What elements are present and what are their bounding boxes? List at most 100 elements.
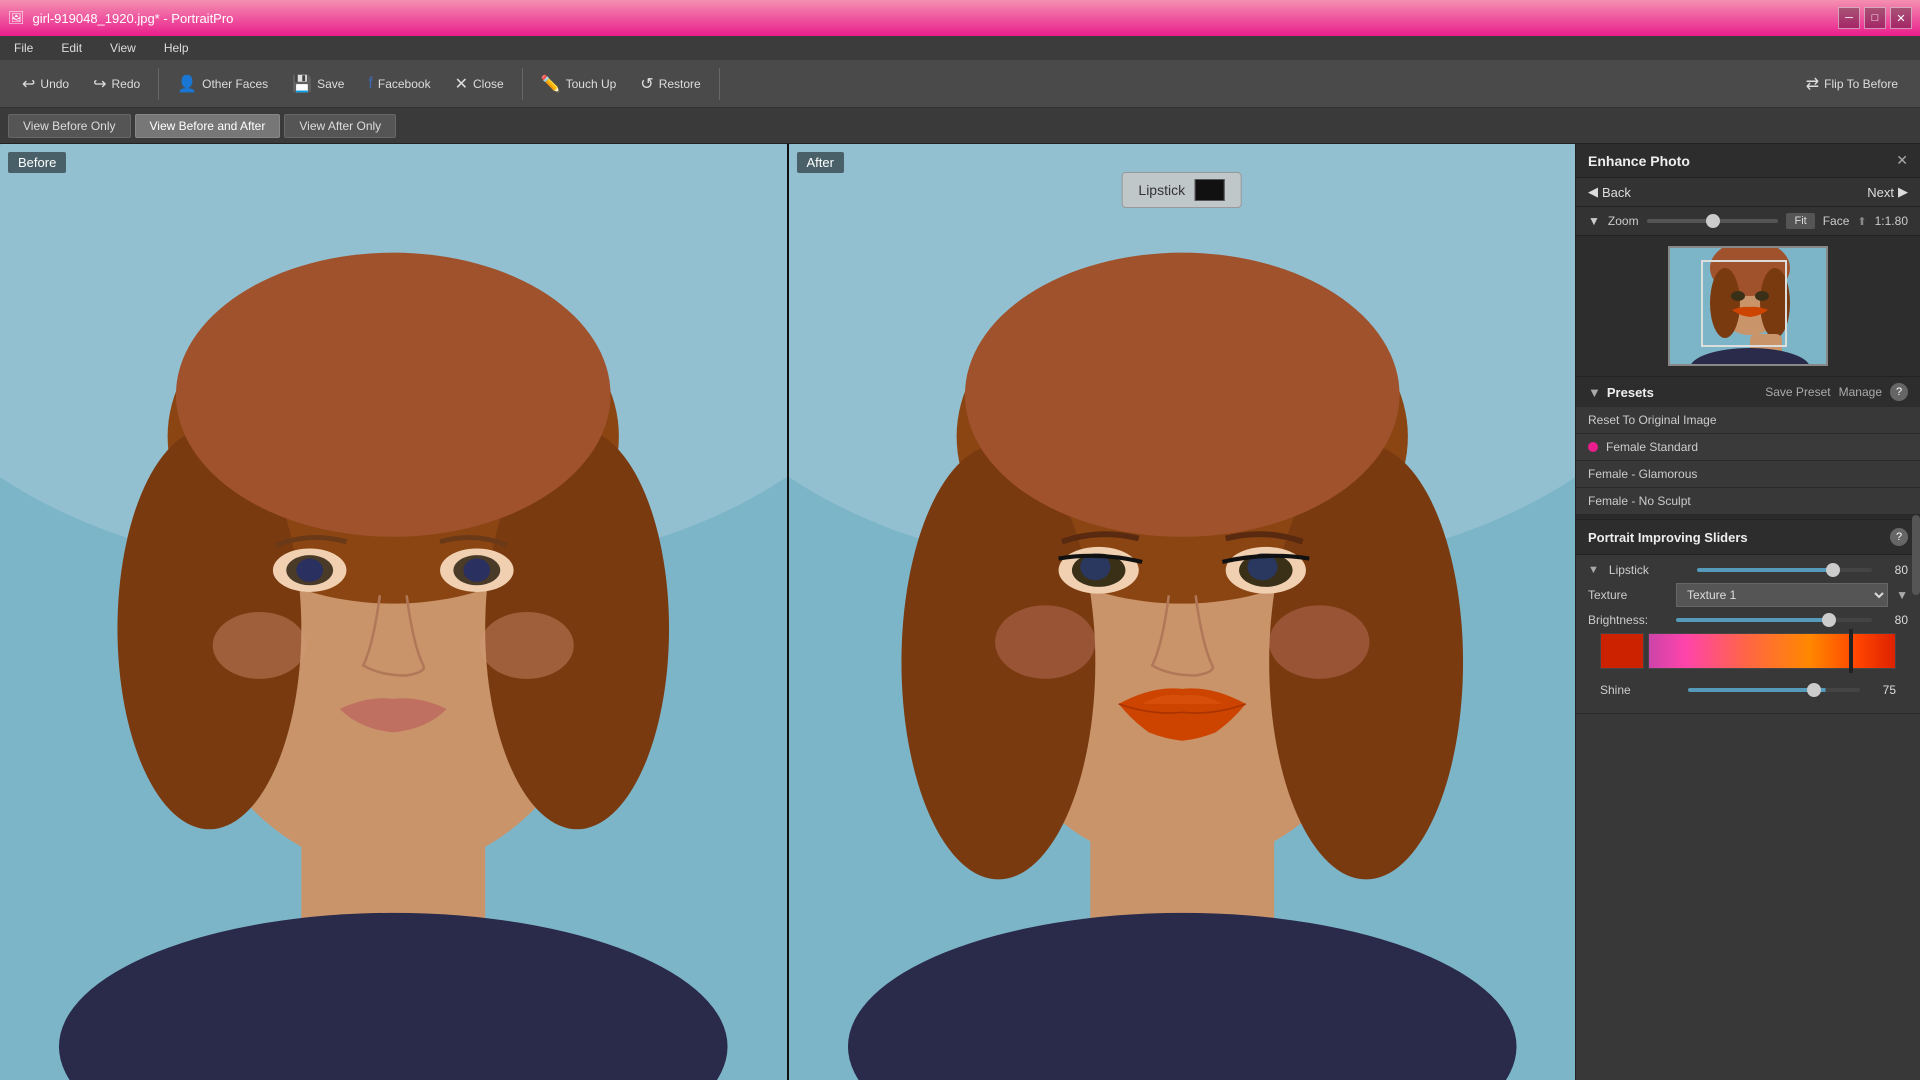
lipstick-overlay: Lipstick xyxy=(1121,172,1242,208)
after-label: After xyxy=(797,152,844,173)
shine-slider-row: Shine 75 xyxy=(1588,677,1908,705)
brightness-label: Brightness: xyxy=(1588,613,1668,627)
lipstick-label: Lipstick xyxy=(1609,563,1689,577)
menu-help[interactable]: Help xyxy=(158,39,195,57)
enhance-header: Enhance Photo ✕ xyxy=(1576,144,1920,178)
menu-file[interactable]: File xyxy=(8,39,39,57)
save-button[interactable]: 💾 Save xyxy=(282,70,354,98)
zoom-collapse-arrow[interactable]: ▼ xyxy=(1588,214,1600,228)
preset-label: Reset To Original Image xyxy=(1588,413,1717,427)
flip-to-before-button[interactable]: ⇄ Flip To Before xyxy=(1796,70,1908,98)
after-face-svg xyxy=(789,144,1576,1080)
menu-edit[interactable]: Edit xyxy=(55,39,88,57)
restore-icon: ↺ xyxy=(640,74,653,94)
facebook-icon: f xyxy=(368,75,372,93)
scrollbar-thumb[interactable] xyxy=(1912,515,1920,595)
preset-label: Female - No Sculpt xyxy=(1588,494,1691,508)
right-panel: Enhance Photo ✕ ◀ Back Next ▶ ▼ Zoom Fit… xyxy=(1575,144,1920,1080)
sliders-help-button[interactable]: ? xyxy=(1890,528,1908,546)
enhance-close-icon[interactable]: ✕ xyxy=(1896,152,1908,169)
presets-scrollbar xyxy=(1576,515,1920,519)
texture-dropdown-arrow: ▼ xyxy=(1896,588,1908,602)
next-arrow-icon: ▶ xyxy=(1898,184,1908,200)
presets-help-button[interactable]: ? xyxy=(1890,383,1908,401)
back-button[interactable]: ◀ Back xyxy=(1588,184,1631,200)
presets-collapse-arrow[interactable]: ▼ xyxy=(1588,385,1601,400)
other-faces-icon: 👤 xyxy=(177,74,197,94)
separator-3 xyxy=(719,68,720,100)
separator-2 xyxy=(522,68,523,100)
save-preset-button[interactable]: Save Preset xyxy=(1765,385,1830,399)
lipstick-collapse-arrow[interactable]: ▼ xyxy=(1588,564,1599,576)
separator-1 xyxy=(158,68,159,100)
brightness-slider-row: Brightness: 80 xyxy=(1588,613,1908,627)
photo-area: Before xyxy=(0,144,1575,1080)
toolbar: ↩ Undo ↪ Redo 👤 Other Faces 💾 Save f Fac… xyxy=(0,60,1920,108)
before-label: Before xyxy=(8,152,66,173)
preset-item-reset[interactable]: Reset To Original Image xyxy=(1576,407,1920,434)
zoom-value: 1:1.80 xyxy=(1875,214,1908,228)
presets-title: ▼ Presets xyxy=(1588,385,1654,400)
color-swatch[interactable] xyxy=(1600,633,1644,669)
brightness-value: 80 xyxy=(1880,613,1908,627)
preset-label: Female - Glamorous xyxy=(1588,467,1697,481)
main-content: Before xyxy=(0,144,1920,1080)
close-button[interactable]: ✕ Close xyxy=(445,70,514,98)
menu-view[interactable]: View xyxy=(104,39,142,57)
presets-list: Reset To Original Image Female Standard … xyxy=(1576,407,1920,515)
menu-bar: File Edit View Help xyxy=(0,36,1920,60)
zoom-slider[interactable] xyxy=(1647,219,1779,223)
before-panel: Before xyxy=(0,144,787,1080)
minimize-button[interactable]: ─ xyxy=(1838,7,1860,29)
restore-button[interactable]: ↺ Restore xyxy=(630,70,710,98)
close-icon: ✕ xyxy=(455,74,468,94)
texture-label: Texture xyxy=(1588,588,1668,602)
preset-item-glamorous[interactable]: Female - Glamorous xyxy=(1576,461,1920,488)
touch-up-icon: ✏️ xyxy=(541,74,561,94)
thumbnail-selection-box xyxy=(1701,260,1787,347)
window-title: girl-919048_1920.jpg* - PortraitPro xyxy=(33,11,234,26)
fit-button[interactable]: Fit xyxy=(1786,213,1814,229)
sliders-header: Portrait Improving Sliders ? xyxy=(1576,520,1920,555)
zoom-stepper[interactable]: ⬆ xyxy=(1857,215,1866,228)
maximize-button[interactable]: □ xyxy=(1864,7,1886,29)
facebook-button[interactable]: f Facebook xyxy=(358,71,440,97)
lipstick-slider[interactable] xyxy=(1697,568,1872,572)
enhance-title: Enhance Photo xyxy=(1588,153,1690,169)
manage-presets-button[interactable]: Manage xyxy=(1839,385,1882,399)
preset-item-female-standard[interactable]: Female Standard xyxy=(1576,434,1920,461)
lipstick-color-swatch xyxy=(1195,179,1225,201)
color-gradient-bar xyxy=(1600,633,1896,669)
lipstick-value: 80 xyxy=(1880,563,1908,577)
back-arrow-icon: ◀ xyxy=(1588,184,1598,200)
thumbnail-container xyxy=(1668,246,1828,366)
preset-item-no-sculpt[interactable]: Female - No Sculpt xyxy=(1576,488,1920,515)
flip-icon: ⇄ xyxy=(1806,74,1819,94)
texture-select[interactable]: Texture 1 Texture 2 Texture 3 xyxy=(1676,583,1888,607)
redo-button[interactable]: ↪ Redo xyxy=(83,70,150,98)
view-after-only-button[interactable]: View After Only xyxy=(284,114,396,138)
redo-icon: ↪ xyxy=(93,74,106,94)
touch-up-button[interactable]: ✏️ Touch Up xyxy=(531,70,627,98)
view-bar: View Before Only View Before and After V… xyxy=(0,108,1920,144)
brightness-slider[interactable] xyxy=(1676,618,1872,622)
gradient-track[interactable] xyxy=(1648,633,1896,669)
other-faces-button[interactable]: 👤 Other Faces xyxy=(167,70,278,98)
shine-value: 75 xyxy=(1868,683,1896,697)
view-before-and-after-button[interactable]: View Before and After xyxy=(135,114,281,138)
window-close-button[interactable]: ✕ xyxy=(1890,7,1912,29)
zoom-bar: ▼ Zoom Fit Face ⬆ 1:1.80 xyxy=(1576,207,1920,236)
title-bar-left: 🖼 girl-919048_1920.jpg* - PortraitPro xyxy=(8,10,233,26)
gradient-thumb[interactable] xyxy=(1849,629,1853,673)
before-face-svg xyxy=(0,144,787,1080)
view-before-only-button[interactable]: View Before Only xyxy=(8,114,131,138)
lipstick-slider-section: ▼ Lipstick 80 Texture Texture 1 Texture … xyxy=(1576,555,1920,714)
shine-label: Shine xyxy=(1600,683,1680,697)
presets-header: ▼ Presets Save Preset Manage ? xyxy=(1576,377,1920,407)
face-label: Face xyxy=(1823,214,1850,228)
lipstick-slider-row: ▼ Lipstick 80 xyxy=(1588,563,1908,577)
next-button[interactable]: Next ▶ xyxy=(1867,184,1908,200)
undo-button[interactable]: ↩ Undo xyxy=(12,70,79,98)
shine-slider[interactable] xyxy=(1688,688,1860,692)
presets-actions: Save Preset Manage ? xyxy=(1765,383,1908,401)
